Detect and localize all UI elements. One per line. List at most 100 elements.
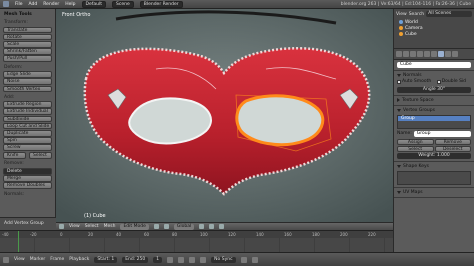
vp-menu-mesh[interactable]: Mesh xyxy=(104,224,116,229)
remove-doubles-button[interactable]: Remove Doubles xyxy=(3,182,52,189)
assign-button[interactable]: Assign xyxy=(397,138,434,145)
tl-menu-view[interactable]: View xyxy=(14,257,25,262)
play-reverse-icon[interactable] xyxy=(178,256,185,263)
tl-menu-marker[interactable]: Marker xyxy=(30,257,46,262)
menu-file[interactable]: File xyxy=(15,2,23,7)
shape-keys-panel: Shape Keys xyxy=(394,162,474,188)
vertex-select-icon[interactable] xyxy=(199,224,205,229)
merge-button[interactable]: Merge xyxy=(3,175,52,182)
jump-end-icon[interactable] xyxy=(200,256,207,263)
weight-field[interactable]: Weight: 1.000 xyxy=(397,152,471,159)
3d-viewport[interactable]: Front Ortho (1) Cube xyxy=(56,9,393,222)
keying-set-icon[interactable] xyxy=(251,256,258,263)
transform-label: Transform: xyxy=(4,20,28,25)
outliner-item-cube[interactable]: Cube xyxy=(396,31,472,37)
uv-maps-header[interactable]: UV Maps xyxy=(397,189,471,196)
material-tab-icon[interactable] xyxy=(445,51,451,57)
edge-slide-button[interactable]: Edge Slide xyxy=(3,71,52,78)
mode-selector[interactable]: Edit Mode xyxy=(120,223,149,230)
screw-button[interactable]: Screw xyxy=(3,144,52,151)
extrude-individual-button[interactable]: Extrude Individual xyxy=(3,108,52,116)
vp-menu-view[interactable]: View xyxy=(69,224,80,229)
remove-button[interactable]: Remove xyxy=(434,138,471,145)
pivot-icon[interactable] xyxy=(163,224,169,229)
knife-button[interactable]: Knife xyxy=(3,152,26,159)
shading-icon[interactable] xyxy=(153,224,159,229)
noise-button[interactable]: Noise xyxy=(3,78,52,85)
end-frame-field[interactable]: End: 250 xyxy=(122,256,149,263)
data-tab-icon[interactable] xyxy=(438,51,444,57)
mesh-name-field[interactable]: Cube xyxy=(397,62,471,68)
editor-type-icon[interactable] xyxy=(59,224,64,229)
render-tab-icon[interactable] xyxy=(396,51,402,57)
scene-selector[interactable]: Scene xyxy=(112,0,134,8)
rotate-button[interactable]: Rotate xyxy=(3,33,52,41)
outliner-scope[interactable]: All Scenes xyxy=(426,11,472,17)
layout-selector[interactable]: Default xyxy=(81,0,106,8)
deselect-button[interactable]: Deselect xyxy=(434,145,471,152)
face-select-icon[interactable] xyxy=(219,224,225,229)
shape-keys-header[interactable]: Shape Keys xyxy=(397,163,471,170)
loop-cut-button[interactable]: Loop Cut and Slide xyxy=(3,122,52,130)
menu-help[interactable]: Help xyxy=(65,2,75,7)
outliner-view-menu[interactable]: View xyxy=(396,12,407,17)
select-button[interactable]: Select xyxy=(397,145,434,152)
tool-shelf: Mesh Tools Transform: Translate Rotate S… xyxy=(0,9,56,217)
normals-header[interactable]: Normals xyxy=(397,72,471,79)
jump-start-icon[interactable] xyxy=(167,256,174,263)
timeline-grid[interactable] xyxy=(0,238,393,253)
modifiers-tab-icon[interactable] xyxy=(431,51,437,57)
spin-button[interactable]: Spin xyxy=(3,137,52,144)
operator-title[interactable]: Add Vertex Group xyxy=(2,220,54,227)
translate-button[interactable]: Translate xyxy=(3,26,52,34)
vertex-group-item[interactable]: Group xyxy=(398,115,470,121)
shape-keys-list[interactable] xyxy=(397,170,471,185)
camera-icon xyxy=(399,26,403,30)
double-sided-checkbox[interactable]: Double Sid xyxy=(436,79,466,84)
angle-field[interactable]: Angle 30° xyxy=(397,86,471,93)
frame-ruler[interactable]: -40 -20 0 20 40 60 80 100 120 140 160 18… xyxy=(0,231,393,238)
texture-tab-icon[interactable] xyxy=(452,51,458,57)
menu-add[interactable]: Add xyxy=(29,2,38,7)
scale-button[interactable]: Scale xyxy=(3,40,52,48)
world-tab-icon[interactable] xyxy=(410,51,416,57)
knife-row: Knife Select xyxy=(2,152,53,160)
orientation-selector[interactable]: Global xyxy=(173,223,195,230)
scene-tab-icon[interactable] xyxy=(403,51,409,57)
current-frame-field[interactable]: 1 xyxy=(153,256,163,263)
duplicate-button[interactable]: Duplicate xyxy=(3,130,52,137)
render-engine-selector[interactable]: Blender Render xyxy=(139,0,183,8)
menu-render[interactable]: Render xyxy=(43,2,59,7)
start-frame-field[interactable]: Start: 1 xyxy=(94,256,118,263)
sync-selector[interactable]: No Sync xyxy=(211,256,236,263)
vp-menu-select[interactable]: Select xyxy=(85,224,99,229)
timeline[interactable]: -40 -20 0 20 40 60 80 100 120 140 160 18… xyxy=(0,230,393,253)
push-pull-button[interactable]: Push/Pull xyxy=(3,55,52,62)
tick-label: 80 xyxy=(172,232,178,237)
shrink-fatten-button[interactable]: Shrink/Fatten xyxy=(3,48,52,55)
deform-label: Deform: xyxy=(4,64,23,70)
editor-type-icon[interactable] xyxy=(3,256,9,263)
subdivide-button[interactable]: Subdivide xyxy=(3,115,52,123)
view-label: Front Ortho xyxy=(62,12,91,18)
knife-select-button[interactable]: Select xyxy=(29,152,52,159)
texture-space-header[interactable]: Texture Space xyxy=(397,97,471,104)
play-icon[interactable] xyxy=(189,256,196,263)
tl-menu-playback[interactable]: Playback xyxy=(69,257,89,262)
group-name-field[interactable]: Group xyxy=(413,130,471,137)
delete-button[interactable]: Delete xyxy=(3,167,52,175)
object-tab-icon[interactable] xyxy=(417,51,423,57)
blender-logo-icon[interactable] xyxy=(3,1,9,7)
outliner-search-label[interactable]: Search xyxy=(409,12,424,17)
smooth-vertex-button[interactable]: Smooth Vertex xyxy=(3,85,52,93)
vertex-group-list[interactable]: Group xyxy=(397,114,471,129)
playhead[interactable] xyxy=(18,231,19,253)
vertex-groups-header[interactable]: Vertex Groups xyxy=(397,107,471,114)
mesh-tools-header[interactable]: Mesh Tools xyxy=(2,11,53,18)
tl-menu-frame[interactable]: Frame xyxy=(50,257,64,262)
auto-smooth-checkbox[interactable]: Auto Smooth xyxy=(397,79,431,84)
edge-select-icon[interactable] xyxy=(209,224,215,229)
constraints-tab-icon[interactable] xyxy=(424,51,430,57)
extrude-region-button[interactable]: Extrude Region xyxy=(3,101,52,108)
record-icon[interactable] xyxy=(240,256,247,263)
